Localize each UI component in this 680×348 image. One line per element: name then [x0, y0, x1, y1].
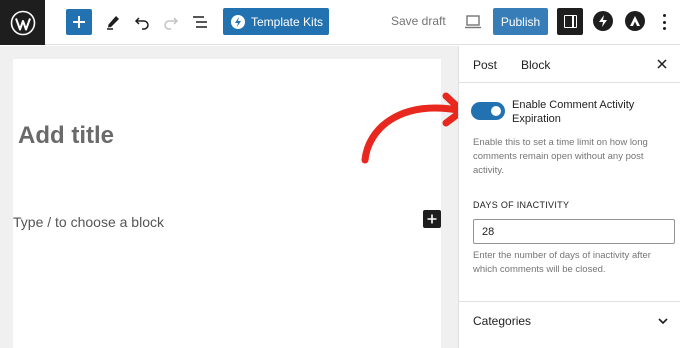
toggle-knob: [491, 106, 501, 116]
close-sidebar-button[interactable]: [655, 57, 669, 71]
save-draft-button[interactable]: Save draft: [391, 14, 446, 28]
comment-expiration-toggle[interactable]: [471, 102, 505, 120]
add-block-button[interactable]: [66, 9, 92, 35]
more-options-button[interactable]: [660, 12, 668, 32]
days-of-inactivity-help: Enter the number of days of inactivity a…: [473, 250, 651, 275]
template-kits-icon: [231, 14, 245, 29]
redo-button[interactable]: [161, 11, 181, 33]
undo-icon: [134, 17, 149, 30]
comment-expiration-label: Enable Comment Activity Expiration: [512, 99, 635, 125]
wordpress-icon: [10, 10, 35, 35]
more-options-icon: [662, 14, 666, 17]
pen-icon: [107, 16, 119, 30]
settings-panel-icon: [563, 15, 577, 28]
settings-button[interactable]: [557, 8, 583, 35]
post-title-field[interactable]: Add title: [18, 122, 114, 150]
block-inserter-button[interactable]: [423, 210, 441, 228]
desktop-preview-icon: [465, 15, 481, 29]
publish-button[interactable]: Publish: [493, 8, 548, 35]
redo-icon: [164, 17, 179, 30]
astra-icon: [630, 16, 640, 26]
list-view-button[interactable]: [190, 11, 210, 33]
undo-button[interactable]: [132, 11, 152, 33]
comment-expiration-help: Enable this to set a time limit on how l…: [473, 137, 648, 176]
plus-icon: [73, 16, 85, 28]
plus-icon: [427, 214, 437, 224]
list-view-icon: [193, 16, 207, 28]
editor-toolbar: Template Kits Save draft Publish: [0, 0, 680, 45]
bolt-icon: [599, 15, 607, 27]
preview-button[interactable]: [463, 12, 483, 32]
tools-button[interactable]: [103, 11, 123, 33]
settings-sidebar: Post Block Enable Comment Activity Expir…: [458, 46, 680, 348]
block-appender[interactable]: Type / to choose a block: [13, 214, 164, 230]
astra-settings-button[interactable]: [625, 11, 645, 31]
categories-panel-toggle[interactable]: Categories: [473, 314, 531, 328]
tab-post[interactable]: Post: [473, 46, 497, 83]
section-divider: [459, 301, 680, 302]
close-icon: [657, 59, 667, 69]
days-of-inactivity-input[interactable]: [473, 219, 675, 244]
chevron-down-icon[interactable]: [656, 314, 670, 328]
template-kits-button[interactable]: Template Kits: [223, 8, 329, 35]
tab-block[interactable]: Block: [521, 46, 550, 83]
wordpress-logo-button[interactable]: [0, 0, 45, 45]
days-of-inactivity-label: DAYS OF INACTIVITY: [473, 200, 570, 210]
template-kits-label: Template Kits: [251, 14, 324, 29]
sidebar-tabs: Post Block: [459, 46, 680, 83]
performance-plugin-button[interactable]: [593, 11, 613, 31]
